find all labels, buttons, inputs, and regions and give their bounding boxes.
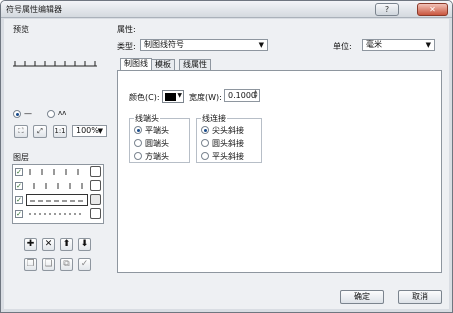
cap-square-radio[interactable] [134, 152, 142, 160]
layer-row-selected[interactable]: ✓ [13, 193, 103, 207]
line-join-title: 线连接 [201, 113, 227, 124]
layer-lock-icon[interactable] [90, 166, 101, 177]
preview-wave-radio[interactable] [47, 110, 55, 118]
properties-label: 属性: [117, 25, 136, 34]
spin-down-icon[interactable]: ▼ [252, 95, 259, 100]
line-join-group: 线连接 尖头斜接 圆头斜接 平头斜接 [196, 113, 262, 163]
close-button[interactable]: ✕ [417, 3, 448, 16]
window-title: 符号属性编辑器 [6, 5, 62, 14]
zoom-value: 100% [76, 126, 99, 135]
layer-visibility-checkbox[interactable]: ✓ [15, 196, 23, 204]
width-label: 宽度(W): [189, 93, 222, 102]
join-bevel-radio[interactable] [201, 152, 209, 160]
join-round-radio[interactable] [201, 139, 209, 147]
actual-size-icon[interactable]: 1:1 [53, 125, 67, 138]
type-label: 类型: [117, 42, 136, 51]
color-swatch [165, 93, 176, 101]
group-layer-icon[interactable]: ⧉ [60, 258, 73, 271]
symbol-editor-window: 符号属性编辑器 ? ✕ 预览 — ʌʌ ⛶ ⤢ 1:1 100% ▼ 图层 ✓ [0, 0, 453, 313]
title-bar: 符号属性编辑器 ? ✕ [1, 1, 452, 18]
layer-row[interactable]: ✓ [13, 165, 103, 179]
line-cap-group: 线端头 平端头 圆端头 方端头 [129, 113, 190, 163]
preview-solid-label: — [24, 109, 32, 118]
layer-preview [29, 169, 79, 175]
layer-row[interactable]: ✓ [13, 207, 103, 221]
color-label: 颜色(C): [129, 93, 160, 102]
chevron-down-icon: ▼ [258, 41, 264, 49]
cap-round-radio[interactable] [134, 139, 142, 147]
line-cap-title: 线端头 [134, 113, 160, 124]
paste-layer-icon[interactable]: ❏ [42, 258, 55, 271]
unit-label: 单位: [333, 42, 352, 51]
layer-lock-icon[interactable] [90, 180, 101, 191]
zoom-extent-icon[interactable]: ⤢ [33, 125, 47, 138]
move-down-icon[interactable]: ⬇ [78, 238, 91, 251]
join-miter-radio[interactable] [201, 126, 209, 134]
ok-button[interactable]: 确定 [340, 290, 384, 304]
cap-butt-label: 平端头 [145, 126, 169, 135]
cap-round-label: 圆端头 [145, 139, 169, 148]
layer-row[interactable]: ✓ [13, 179, 103, 193]
preview-line [13, 61, 97, 67]
cap-square-label: 方端头 [145, 152, 169, 161]
layers-list: ✓ ✓ ✓ ✓ [12, 164, 104, 224]
help-button[interactable]: ? [375, 3, 399, 16]
preview-label: 预览 [13, 25, 29, 34]
copy-layer-icon[interactable]: ❐ [24, 258, 37, 271]
move-up-icon[interactable]: ⬆ [60, 238, 73, 251]
join-miter-label: 尖头斜接 [212, 126, 244, 135]
delete-layer-icon[interactable]: ✕ [42, 238, 55, 251]
chevron-down-icon: ▼ [177, 92, 182, 99]
layer-preview [26, 194, 88, 206]
chevron-down-icon: ▼ [97, 127, 103, 135]
layer-visibility-checkbox[interactable]: ✓ [15, 168, 23, 176]
cap-butt-radio[interactable] [134, 126, 142, 134]
width-input[interactable]: 0.1000 ▲ ▼ [224, 89, 260, 102]
layer-preview [29, 213, 84, 215]
type-select[interactable]: 制图线符号 ▼ [140, 39, 268, 51]
layer-lock-icon[interactable] [90, 194, 101, 205]
cancel-button[interactable]: 取消 [398, 290, 442, 304]
layers-label: 图层 [13, 153, 29, 162]
join-round-label: 圆头斜接 [212, 139, 244, 148]
zoom-select[interactable]: 100% ▼ [72, 125, 107, 137]
layer-preview [33, 183, 83, 189]
layer-lock-icon[interactable] [90, 208, 101, 219]
add-layer-icon[interactable]: ✚ [24, 238, 37, 251]
layer-visibility-checkbox[interactable]: ✓ [15, 182, 23, 190]
chevron-down-icon: ▼ [425, 41, 431, 49]
unit-select[interactable]: 毫米 ▼ [362, 39, 435, 51]
layer-visibility-checkbox[interactable]: ✓ [15, 210, 23, 218]
color-picker-button[interactable]: ▼ [162, 90, 184, 103]
zoom-fit-icon[interactable]: ⛶ [14, 125, 28, 138]
preview-wave-label: ʌʌ [58, 109, 67, 117]
join-bevel-label: 平头斜接 [212, 152, 244, 161]
clear-layer-icon[interactable]: ✓ [78, 258, 91, 271]
unit-value: 毫米 [366, 40, 382, 49]
preview-solid-radio[interactable] [13, 110, 21, 118]
type-value: 制图线符号 [144, 40, 184, 49]
